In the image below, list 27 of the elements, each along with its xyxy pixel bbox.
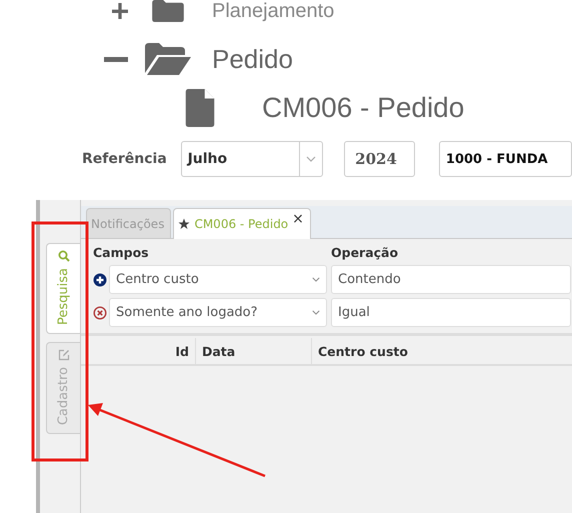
tree-item[interactable]: Pedido — [212, 44, 293, 74]
operation-select[interactable]: Igual — [331, 298, 571, 327]
reference-label: Referência — [82, 151, 168, 167]
column-header[interactable]: Data — [196, 338, 312, 364]
remove-icon[interactable] — [93, 306, 107, 320]
search-icon — [58, 250, 70, 262]
edit-icon — [58, 349, 70, 361]
tree-item[interactable]: Planejamento — [212, 0, 334, 22]
field-select[interactable]: Centro custo — [109, 265, 327, 294]
add-icon[interactable] — [93, 272, 107, 286]
chevron-icon — [312, 310, 320, 315]
column-label: Campos — [93, 244, 150, 260]
document-icon — [185, 89, 215, 127]
month-select[interactable]: Julho — [180, 141, 324, 177]
close-icon[interactable]: × — [292, 211, 304, 227]
column-label: Operação — [331, 244, 398, 260]
tab[interactable]: CM006 - Pedido × — [173, 208, 311, 239]
tree-item[interactable]: CM006 - Pedido — [262, 92, 464, 124]
column-header[interactable]: Id — [81, 338, 196, 364]
chevron-icon — [312, 277, 320, 282]
field-select[interactable]: Somente ano logado? — [109, 298, 327, 327]
folder-icon — [145, 43, 191, 75]
year-field[interactable]: 2024 — [344, 141, 415, 177]
operation-select[interactable]: Contendo — [331, 265, 571, 294]
company-select[interactable]: 1000 - FUNDA — [438, 141, 572, 177]
expander-icon[interactable] — [112, 3, 128, 19]
column-header[interactable]: Centro custo — [312, 338, 572, 364]
